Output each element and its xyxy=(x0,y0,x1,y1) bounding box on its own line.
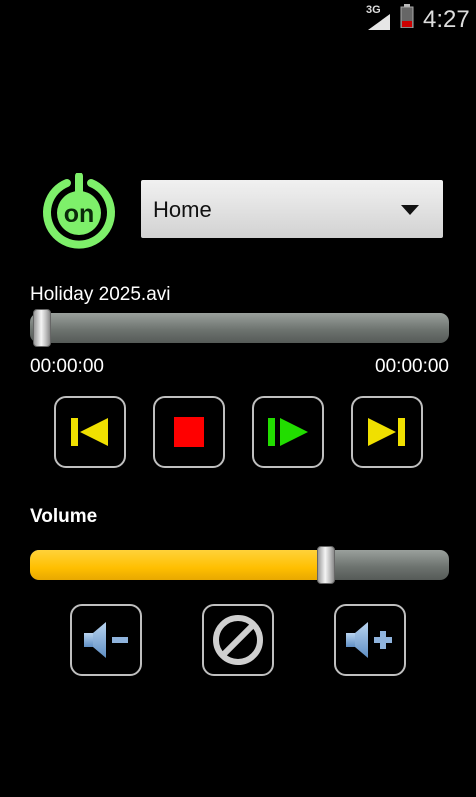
next-button[interactable] xyxy=(351,396,423,468)
play-icon xyxy=(268,418,308,446)
stop-button[interactable] xyxy=(153,396,225,468)
seek-bar[interactable] xyxy=(30,313,449,343)
chevron-down-icon xyxy=(401,205,419,215)
elapsed-time: 00:00:00 xyxy=(30,356,104,377)
mute-button[interactable] xyxy=(202,604,274,676)
clock: 4:27 xyxy=(423,6,470,33)
mute-icon xyxy=(213,615,263,665)
volume-down-button[interactable] xyxy=(70,604,142,676)
previous-button[interactable] xyxy=(54,396,126,468)
volume-label: Volume xyxy=(30,506,98,527)
volume-slider[interactable] xyxy=(30,550,449,580)
battery-icon xyxy=(400,4,414,28)
volume-up-icon xyxy=(346,622,392,658)
signal-icon xyxy=(368,14,390,30)
power-icon: on xyxy=(43,172,115,249)
volume-down-icon xyxy=(84,622,128,658)
volume-up-button[interactable] xyxy=(334,604,406,676)
profile-selected: Home xyxy=(153,197,212,222)
power-button[interactable]: on xyxy=(41,172,117,249)
file-name: Holiday 2025.avi xyxy=(30,284,171,305)
next-icon xyxy=(368,418,405,446)
stop-icon xyxy=(174,417,204,447)
profile-dropdown[interactable]: Home xyxy=(141,180,443,238)
previous-icon xyxy=(71,418,108,446)
seek-thumb[interactable] xyxy=(33,309,51,347)
power-label: on xyxy=(64,200,95,228)
play-button[interactable] xyxy=(252,396,324,468)
status-bar: 3G 4:27 xyxy=(0,0,476,38)
volume-fill xyxy=(30,550,319,580)
volume-thumb[interactable] xyxy=(317,546,335,584)
total-time: 00:00:00 xyxy=(375,356,449,377)
